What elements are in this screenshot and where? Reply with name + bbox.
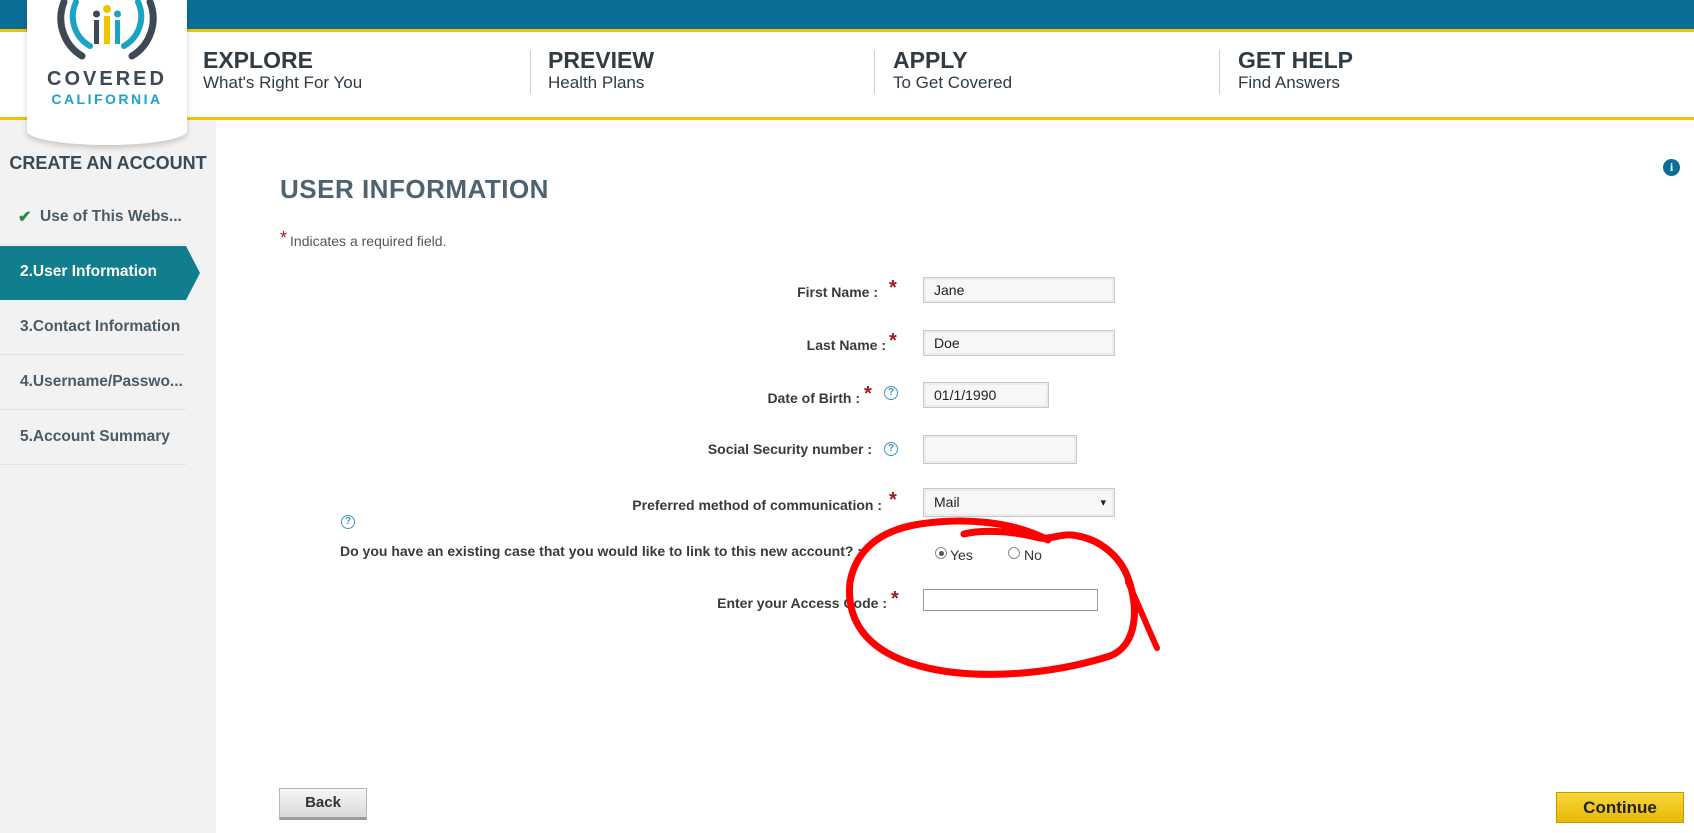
existing-case-yes-label[interactable]: Yes [950, 547, 973, 563]
covered-california-logo[interactable]: COVERED CALIFORNIA [27, 0, 187, 145]
logo-text-covered: COVERED [47, 68, 167, 90]
nav-preview[interactable]: PREVIEW Health Plans [548, 47, 654, 95]
sidebar-item-account-summary[interactable]: 5.Account Summary [0, 411, 186, 465]
nav-separator [874, 50, 875, 94]
existing-case-no-radio[interactable] [1008, 547, 1020, 559]
communication-label: Preferred method of communication : [632, 497, 882, 513]
communication-select[interactable]: Mail ▾ [923, 488, 1115, 517]
checkmark-icon: ✔ [18, 209, 32, 226]
header-accent-line [0, 117, 1694, 120]
nav-preview-title: PREVIEW [548, 47, 655, 73]
sidebar-title: CREATE AN ACCOUNT [9, 153, 207, 173]
page-title: USER INFORMATION [280, 174, 549, 204]
sidebar-item-use-of-website[interactable]: ✔ Use of This Webs... [0, 191, 186, 245]
required-star-icon: * [280, 228, 288, 248]
sidebar-item-label: 4.Username/Passwo... [20, 373, 183, 390]
nav-get-help-subtitle: Find Answers [1238, 73, 1341, 92]
last-name-label: Last Name : [806, 337, 886, 353]
nav-get-help[interactable]: GET HELP Find Answers [1238, 47, 1353, 95]
existing-case-yes-radio[interactable] [935, 547, 947, 559]
required-star-icon: * [864, 383, 872, 405]
red-annotation-circle [846, 517, 1160, 678]
first-name-label: First Name : [797, 284, 878, 300]
access-code-input[interactable] [923, 589, 1098, 611]
sidebar-item-contact-information[interactable]: 3.Contact Information [0, 301, 186, 355]
nav-apply-title: APPLY [893, 47, 968, 73]
nav-apply[interactable]: APPLY To Get Covered [893, 47, 1012, 95]
logo-text-california: CALIFORNIA [51, 91, 163, 107]
continue-button[interactable]: Continue [1556, 792, 1684, 823]
nav-separator [530, 50, 531, 94]
nav-separator [1219, 50, 1220, 94]
top-bar [0, 0, 1694, 29]
date-of-birth-label: Date of Birth : [767, 390, 860, 406]
sidebar-item-username-password[interactable]: 4.Username/Passwo... [0, 356, 186, 410]
logo-emblem-icon [57, 0, 157, 60]
access-code-label: Enter your Access Code : [717, 595, 887, 611]
existing-case-no-label[interactable]: No [1024, 547, 1042, 563]
required-star-icon: * [889, 330, 897, 352]
required-star-icon: * [891, 588, 899, 610]
dob-help-icon[interactable]: ? [884, 386, 898, 400]
nav-explore[interactable]: EXPLORE What's Right For You [203, 47, 362, 95]
required-field-note: * Indicates a required field. [280, 228, 447, 251]
ssn-input[interactable] [923, 435, 1077, 464]
nav-explore-title: EXPLORE [203, 47, 313, 73]
nav-explore-subtitle: What's Right For You [203, 73, 363, 92]
nav-get-help-title: GET HELP [1238, 47, 1354, 73]
sidebar-item-user-information[interactable]: 2.User Information [0, 246, 200, 300]
nav-apply-subtitle: To Get Covered [893, 73, 1013, 92]
nav-preview-subtitle: Health Plans [548, 73, 645, 92]
last-name-input[interactable]: Doe [923, 330, 1115, 356]
sidebar-item-label: 5.Account Summary [20, 428, 170, 445]
first-name-input[interactable]: Jane [923, 277, 1115, 303]
sidebar-item-label: 2.User Information [20, 263, 157, 280]
ssn-label: Social Security number : [707, 441, 872, 457]
required-star-icon: * [889, 277, 897, 299]
existing-case-help-icon[interactable]: ? [341, 515, 355, 529]
date-of-birth-input[interactable]: 01/1/1990 [923, 382, 1049, 408]
sidebar-item-label: Use of This Webs... [40, 208, 182, 225]
required-star-icon: * [889, 489, 897, 511]
communication-select-value: Mail [934, 494, 960, 510]
sidebar-item-label: 3.Contact Information [20, 318, 181, 335]
existing-case-label: Do you have an existing case that you wo… [340, 543, 862, 559]
back-button[interactable]: Back [279, 788, 367, 820]
ssn-help-icon[interactable]: ? [884, 442, 898, 456]
header: EXPLORE What's Right For You PREVIEW Hea… [0, 32, 1694, 117]
required-note-text: Indicates a required field. [290, 233, 447, 249]
info-icon[interactable]: i [1663, 159, 1680, 176]
chevron-down-icon: ▾ [1100, 497, 1106, 509]
